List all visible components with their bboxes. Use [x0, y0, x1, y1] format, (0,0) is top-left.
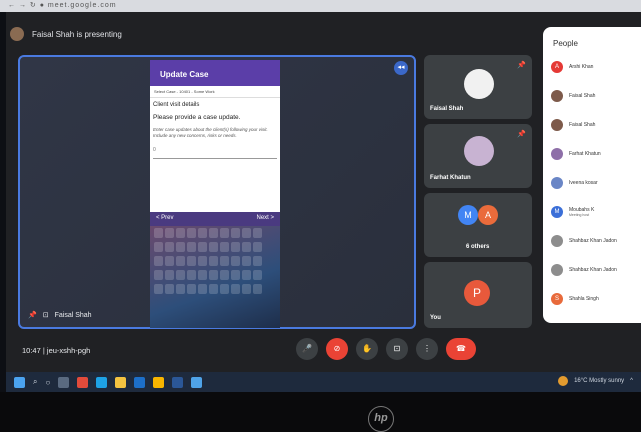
avatar — [551, 235, 563, 247]
pin-icon[interactable]: 📌 — [28, 311, 37, 319]
avatar: M — [458, 205, 478, 225]
participant-list-item[interactable]: Shahbaz Khan Jadon — [551, 264, 617, 276]
participant-name: Farhat Khatun — [569, 151, 601, 157]
participant-name: Shahla Singh — [569, 296, 599, 302]
avatar — [551, 148, 563, 160]
store-icon[interactable] — [134, 376, 146, 388]
participant-name: Farhat Khatun — [430, 175, 471, 181]
self-avatar: P — [464, 280, 490, 306]
laptop-bezel — [0, 392, 641, 432]
participant-photo — [464, 136, 494, 166]
participant-list-item[interactable]: M Moubahs K Meeting host — [551, 206, 594, 218]
camera-off-icon[interactable]: ⊘ — [326, 338, 348, 360]
avatar: A — [478, 205, 498, 225]
pin-icon[interactable]: 📌 — [517, 130, 526, 138]
phone-header: Update Case — [150, 60, 280, 86]
call-controls: 🎤 ⊘ ✋ ⊡ ⋮ ☎ — [296, 338, 476, 362]
form-section-title: Client visit details — [153, 102, 200, 108]
pin-icon[interactable]: 📌 — [517, 61, 526, 69]
participant-list-item[interactable]: Farhat Khatun — [551, 148, 601, 160]
avatar: S — [551, 293, 563, 305]
next-button: Next > — [256, 215, 274, 221]
browser-url: ← → ↻ ● meet.google.com — [8, 2, 117, 9]
present-icon[interactable]: ⊡ — [386, 338, 408, 360]
phone-keyboard — [150, 226, 280, 328]
more-options-icon[interactable]: ⋮ — [416, 338, 438, 360]
presenting-banner: Faisal Shah is presenting — [10, 22, 530, 46]
meeting-code: jeu-xshh-pgh — [46, 346, 91, 355]
phone-form: Client visit details Please provide a ca… — [150, 98, 280, 163]
mic-icon[interactable]: 🎤 — [296, 338, 318, 360]
stage-audio-icon: ◂◂ — [394, 61, 408, 75]
hp-logo: hp — [368, 406, 394, 432]
participant-tile[interactable]: 📌 Farhat Khatun — [424, 124, 532, 188]
phone-case-select: Select Case - 10401 - Some Work — [150, 86, 280, 98]
explorer-icon[interactable] — [115, 376, 127, 388]
others-count: 6 others — [466, 244, 490, 250]
fullscreen-icon[interactable]: ⊡ — [43, 311, 49, 319]
avatar: A — [551, 61, 563, 73]
stage-presenter-name: Faisal Shah — [54, 311, 92, 319]
participant-list-item[interactable]: Faisal Shah — [551, 119, 595, 131]
self-name: You — [430, 315, 441, 321]
shared-phone-screen: Update Case Select Case - 10401 - Some W… — [150, 60, 280, 328]
end-call-button[interactable]: ☎ — [446, 338, 476, 360]
raise-hand-icon[interactable]: ✋ — [356, 338, 378, 360]
presenting-text: Faisal Shah is presenting — [32, 29, 122, 39]
avatar: M — [551, 206, 563, 218]
participant-name: Shahbaz Khan Jadon — [569, 267, 617, 273]
form-question: Please provide a case update. — [153, 114, 241, 121]
people-panel: People A Arshi Khan Faisal Shah Faisal Shah… — [543, 27, 641, 323]
stage-label: 📌 ⊡ Faisal Shah — [28, 311, 92, 320]
app-icon[interactable] — [153, 376, 165, 388]
meeting-time: 10:47 — [22, 346, 41, 355]
prev-button: < Prev — [156, 215, 174, 221]
participant-name: Iveena kosar — [569, 180, 598, 186]
participant-list-item[interactable]: Shahbaz Khan Jadon — [551, 235, 617, 247]
people-title: People — [553, 39, 578, 48]
avatar — [551, 119, 563, 131]
task-view-icon[interactable] — [58, 376, 70, 388]
form-hint: Enter case updates about the client(s) f… — [153, 127, 268, 138]
participant-tile[interactable]: 📌 Faisal Shah — [424, 55, 532, 119]
edge-icon[interactable] — [96, 376, 108, 388]
app-icon[interactable] — [77, 376, 89, 388]
avatar — [551, 177, 563, 189]
meeting-info: 10:47 | jeu-xshh-pgh — [22, 346, 90, 355]
participant-name: Moubahs K Meeting host — [569, 207, 595, 217]
participant-role: Meeting host — [569, 213, 590, 217]
weather-text: 16°C Mostly sunny — [574, 378, 625, 384]
avatar — [551, 264, 563, 276]
app-icon[interactable] — [172, 376, 184, 388]
participant-name: Faisal Shah — [569, 122, 596, 128]
presenter-avatar — [10, 27, 24, 41]
participant-name: Shahbaz Khan Jadon — [569, 238, 617, 244]
participant-list-item[interactable]: A Arshi Khan — [551, 61, 593, 73]
app-icon[interactable] — [191, 376, 203, 388]
system-tray: 16°C Mostly sunny ^ — [558, 376, 633, 386]
participant-name: Faisal Shah — [430, 106, 464, 112]
form-input: 0 — [153, 147, 277, 159]
others-tile[interactable]: M A 6 others — [424, 193, 532, 257]
avatar — [551, 90, 563, 102]
participant-name: Arshi Khan — [569, 64, 594, 70]
cortana-icon[interactable]: ○ — [45, 378, 50, 387]
self-tile[interactable]: P You — [424, 262, 532, 328]
participant-name: Faisal Shah — [569, 93, 596, 99]
browser-toolbar: ← → ↻ ● meet.google.com — [0, 0, 641, 12]
windows-taskbar: ⌕ ○ 16°C Mostly sunny ^ — [6, 372, 641, 392]
participant-list-item[interactable]: S Shahla Singh — [551, 293, 599, 305]
phone-pagination: < Prev Next > — [150, 212, 280, 226]
participant-list-item[interactable]: Iveena kosar — [551, 177, 598, 189]
chevron-up-icon[interactable]: ^ — [630, 378, 633, 384]
participant-list-item[interactable]: Faisal Shah — [551, 90, 595, 102]
weather-icon — [558, 376, 569, 386]
participant-photo — [464, 69, 494, 99]
search-icon[interactable]: ⌕ — [33, 377, 37, 387]
windows-start-icon[interactable] — [14, 376, 25, 388]
